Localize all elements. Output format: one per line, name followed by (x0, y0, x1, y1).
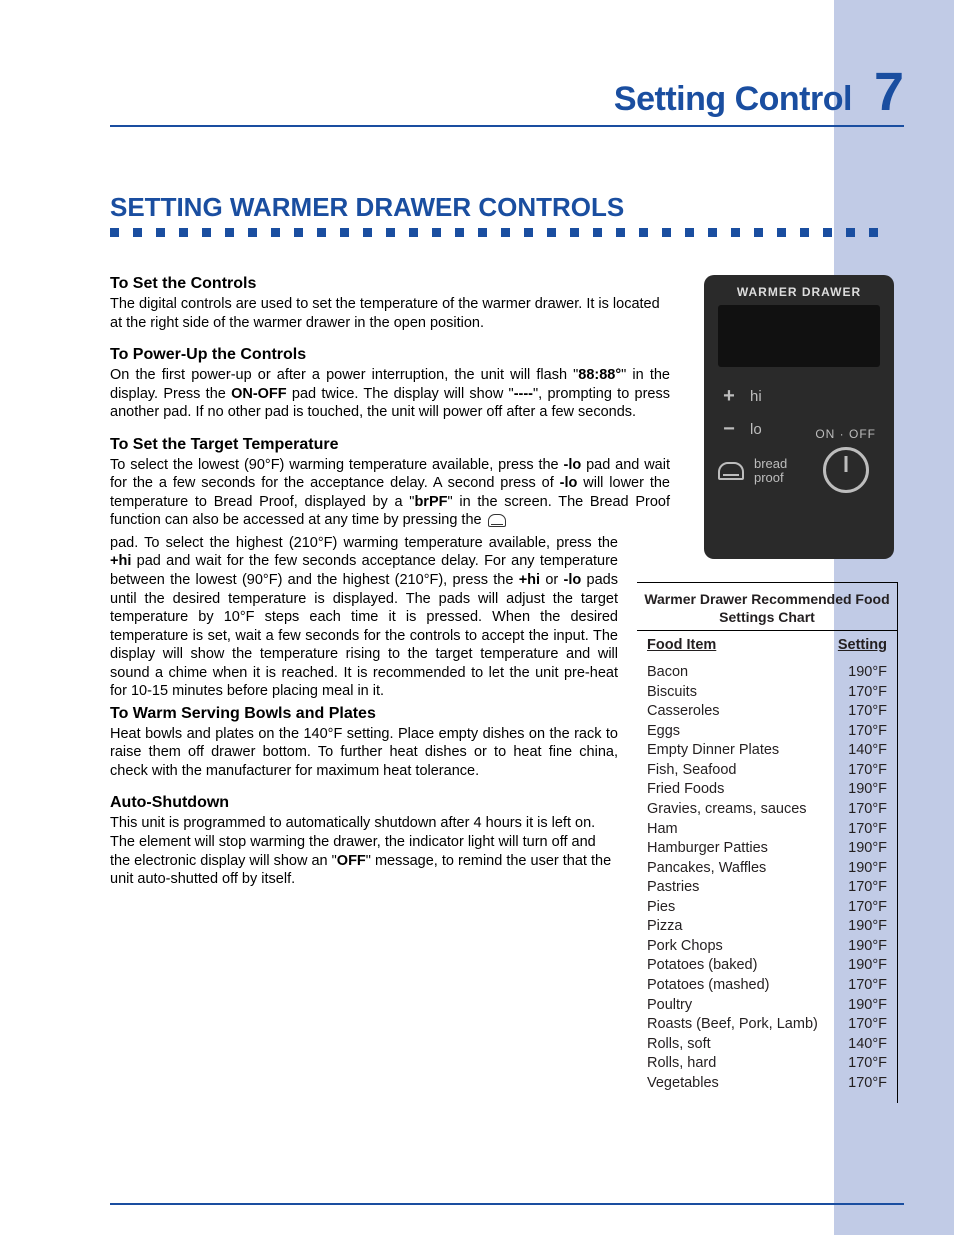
h-power-up: To Power-Up the Controls (110, 346, 670, 364)
panel-caption: WARMER DRAWER (718, 285, 880, 299)
table-row: Poultry190°F (647, 996, 887, 1016)
manual-page: Setting Control 7 SETTING WARMER DRAWER … (0, 0, 954, 1235)
onoff-pad: ON · OFF (815, 427, 876, 493)
chapter-title: Setting Control (614, 80, 852, 119)
table-row: Casseroles170°F (647, 702, 887, 722)
table-row: Gravies, creams, sauces170°F (647, 800, 887, 820)
dotted-divider (110, 228, 904, 238)
footer-rule (110, 1203, 904, 1205)
page-number: 7 (874, 65, 904, 119)
table-row: Rolls, soft140°F (647, 1035, 887, 1055)
header-rule (110, 125, 904, 127)
table-row: Potatoes (mashed)170°F (647, 976, 887, 996)
table-row: Ham170°F (647, 820, 887, 840)
table-row: Eggs170°F (647, 722, 887, 742)
p-auto-shutdown: This unit is programmed to automatically… (110, 814, 618, 888)
h-auto-shutdown: Auto-Shutdown (110, 794, 618, 812)
col-food: Food Item (647, 637, 716, 653)
bread-proof-icon (718, 462, 744, 480)
table-row: Pork Chops190°F (647, 937, 887, 957)
table-row: Pies170°F (647, 898, 887, 918)
power-icon (823, 447, 869, 493)
h-warm-bowls: To Warm Serving Bowls and Plates (110, 705, 618, 723)
table-row: Empty Dinner Plates140°F (647, 741, 887, 761)
table-row: Biscuits170°F (647, 683, 887, 703)
p-warm-bowls: Heat bowls and plates on the 140°F setti… (110, 725, 618, 781)
table-row: Bacon190°F (647, 663, 887, 683)
chart-body: Bacon190°FBiscuits170°FCasseroles170°FEg… (637, 653, 897, 1103)
table-row: Pancakes, Waffles190°F (647, 859, 887, 879)
table-row: Pizza190°F (647, 917, 887, 937)
hi-pad: +hi (718, 385, 880, 408)
control-panel-figure: WARMER DRAWER +hi −lo ON · OFF breadproo… (704, 275, 894, 559)
table-row: Fish, Seafood170°F (647, 761, 887, 781)
page-header: Setting Control 7 (110, 65, 904, 127)
chart-title: Warmer Drawer Recommended Food Settings … (637, 583, 897, 630)
body-text: To Set the Controls The digital controls… (110, 275, 670, 893)
bread-proof-icon (488, 514, 506, 527)
p-target-temp-1: To select the lowest (90°F) warming temp… (110, 456, 670, 530)
minus-icon: − (718, 418, 740, 441)
table-row: Vegetables170°F (647, 1074, 887, 1094)
h-set-controls: To Set the Controls (110, 275, 670, 293)
panel-display (718, 305, 880, 367)
table-row: Potatoes (baked)190°F (647, 956, 887, 976)
p-set-controls: The digital controls are used to set the… (110, 295, 670, 332)
table-row: Rolls, hard170°F (647, 1054, 887, 1074)
section-heading: SETTING WARMER DRAWER CONTROLS (110, 192, 624, 223)
table-row: Roasts (Beef, Pork, Lamb)170°F (647, 1015, 887, 1035)
table-row: Hamburger Patties190°F (647, 839, 887, 859)
table-row: Fried Foods190°F (647, 780, 887, 800)
table-row: Pastries170°F (647, 878, 887, 898)
col-setting: Setting (838, 637, 887, 653)
plus-icon: + (718, 385, 740, 408)
chart-header: Food Item Setting (637, 630, 897, 653)
settings-chart: Warmer Drawer Recommended Food Settings … (637, 582, 898, 1103)
h-target-temp: To Set the Target Temperature (110, 436, 670, 454)
p-target-temp-2: pad. To select the highest (210°F) warmi… (110, 534, 618, 701)
p-power-up: On the first power-up or after a power i… (110, 366, 670, 422)
